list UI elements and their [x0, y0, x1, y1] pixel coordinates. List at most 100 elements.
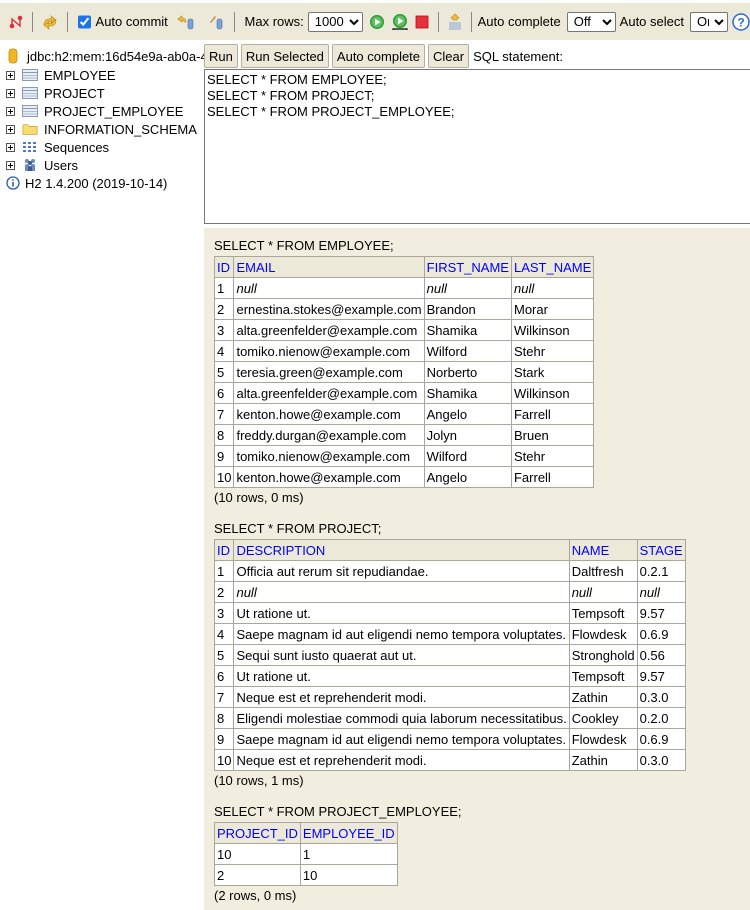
- table-cell: tomiko.nienow@example.com: [233, 445, 425, 467]
- table-icon: [22, 86, 38, 100]
- table-cell: 5: [213, 361, 235, 383]
- table-header-row: ID EMAIL FIRST_NAME LAST_NAME: [213, 256, 595, 278]
- tree-item-label: Users: [44, 157, 78, 173]
- tree-item-sequences[interactable]: Sequences: [6, 138, 109, 156]
- table-row: 5 teresia.green@example.com Norberto Stark: [213, 361, 595, 383]
- table-row: 2 null null null: [213, 581, 686, 603]
- column-header[interactable]: ID: [213, 539, 235, 561]
- table-row: 10 1: [214, 843, 398, 865]
- rollback-icon[interactable]: [176, 12, 196, 32]
- auto-complete-button[interactable]: Auto complete: [331, 44, 426, 68]
- auto-complete-select[interactable]: Off: [566, 11, 616, 32]
- auto-complete-label: Auto complete: [477, 14, 561, 29]
- table-cell: 9: [213, 728, 235, 750]
- result-block-project-employee: SELECT * FROM PROJECT_EMPLOYEE; PROJECT_…: [214, 804, 750, 904]
- expand-icon[interactable]: [6, 106, 15, 116]
- run-icon[interactable]: [369, 12, 385, 32]
- row-count: (10 rows, 1 ms): [214, 773, 304, 788]
- result-block-employee: SELECT * FROM EMPLOYEE; ID EMAIL FIRST_NAM…: [213, 238, 750, 506]
- run-button[interactable]: Run: [204, 44, 238, 68]
- table-cell: Wilford: [423, 445, 512, 467]
- disconnect-icon[interactable]: [8, 12, 24, 32]
- column-header[interactable]: FIRST_NAME: [423, 256, 512, 278]
- run-selected-icon[interactable]: [391, 12, 409, 32]
- table-cell: null: [423, 277, 512, 299]
- table-cell: Wilkinson: [510, 382, 595, 404]
- column-header[interactable]: EMPLOYEE_ID: [299, 822, 398, 844]
- table-row: 2 10: [214, 864, 398, 886]
- table-cell: 1: [299, 843, 398, 865]
- table-cell: 8: [213, 707, 235, 729]
- table-cell: Cookley: [568, 707, 638, 729]
- stop-icon[interactable]: [415, 12, 430, 32]
- column-header[interactable]: EMAIL: [233, 256, 425, 278]
- column-header[interactable]: PROJECT_ID: [214, 822, 301, 844]
- column-header[interactable]: ID: [213, 256, 235, 278]
- table-cell: 10: [213, 749, 235, 771]
- column-header[interactable]: STAGE: [636, 539, 686, 561]
- table-cell: ernestina.stokes@example.com: [233, 298, 425, 320]
- table-cell: 2: [214, 864, 301, 886]
- column-header[interactable]: NAME: [568, 539, 638, 561]
- table-cell: Shamika: [423, 319, 512, 341]
- table-header-row: ID DESCRIPTION NAME STAGE: [213, 539, 686, 561]
- tree-item-employee[interactable]: EMPLOYEE: [6, 66, 116, 84]
- expand-icon[interactable]: [6, 142, 15, 152]
- sidebar: jdbc:h2:mem:16d54e9a-ab0a-42 EMPLOYEE PR…: [0, 40, 204, 910]
- run-selected-button[interactable]: Run Selected: [240, 44, 329, 68]
- auto-commit-checkbox[interactable]: [77, 14, 91, 29]
- table-row: 3 Ut ratione ut. Tempsoft 9.57: [213, 602, 686, 624]
- table-row: 6 alta.greenfelder@example.com Shamika Wilk…: [213, 382, 595, 404]
- table-cell: 1: [213, 277, 235, 299]
- info-icon: [6, 176, 20, 190]
- table-row: 4 Saepe magnam id aut eligendi nemo tempo…: [213, 623, 686, 645]
- column-header[interactable]: LAST_NAME: [510, 256, 595, 278]
- table-cell: alta.greenfelder@example.com: [233, 382, 425, 404]
- result-block-project: SELECT * FROM PROJECT; ID DESCRIPTION NAME…: [213, 521, 750, 789]
- row-count: (10 rows, 0 ms): [214, 490, 304, 505]
- table-row: 10 kenton.howe@example.com Angelo Farrell: [213, 466, 595, 488]
- table-cell: Stark: [510, 361, 595, 383]
- table-cell: 2: [213, 298, 235, 320]
- table-cell: 10: [213, 466, 235, 488]
- clear-button[interactable]: Clear: [428, 44, 470, 68]
- version-info: H2 1.4.200 (2019-10-14): [6, 174, 167, 192]
- table-cell: Tempsoft: [568, 665, 638, 687]
- table-row: 7 Neque est et reprehenderit modi. Zathin 0…: [213, 686, 686, 708]
- table-cell: teresia.green@example.com: [233, 361, 425, 383]
- tree-item-users[interactable]: Users: [6, 156, 78, 174]
- connection-item[interactable]: jdbc:h2:mem:16d54e9a-ab0a-42: [6, 47, 204, 65]
- sql-input[interactable]: [204, 69, 750, 224]
- table-cell: Morar: [510, 298, 595, 320]
- table-cell: null: [510, 277, 595, 299]
- tree-item-project-employee[interactable]: PROJECT_EMPLOYEE: [6, 102, 183, 120]
- column-header[interactable]: DESCRIPTION: [233, 539, 570, 561]
- auto-select-select[interactable]: On: [690, 11, 728, 32]
- table-cell: null: [636, 581, 686, 603]
- refresh-icon[interactable]: [41, 12, 59, 32]
- max-rows-select[interactable]: 1000: [307, 11, 363, 32]
- table-cell: Saepe magnam id aut eligendi nemo tempor…: [233, 728, 570, 750]
- help-icon[interactable]: ?: [732, 12, 750, 32]
- tree-item-information-schema[interactable]: INFORMATION_SCHEMA: [6, 120, 197, 138]
- expand-icon[interactable]: [6, 160, 15, 170]
- expand-icon[interactable]: [6, 88, 15, 98]
- table-cell: Sequi sunt iusto quaerat aut ut.: [233, 644, 570, 666]
- expand-icon[interactable]: [6, 70, 15, 80]
- query-title: SELECT * FROM PROJECT;: [214, 521, 382, 536]
- table-cell: 7: [213, 403, 235, 425]
- expand-icon[interactable]: [6, 124, 15, 134]
- table-icon: [22, 68, 38, 82]
- table-cell: Angelo: [423, 466, 512, 488]
- commit-icon[interactable]: [206, 12, 226, 32]
- tree-item-label: PROJECT_EMPLOYEE: [44, 103, 184, 119]
- table-cell: kenton.howe@example.com: [233, 466, 425, 488]
- table-cell: Tempsoft: [568, 602, 638, 624]
- table-cell: Angelo: [423, 403, 512, 425]
- tree-item-project[interactable]: PROJECT: [6, 84, 105, 102]
- table-cell: Stehr: [510, 445, 595, 467]
- separator: [32, 11, 33, 32]
- table-row: 8 Eligendi molestiae commodi quia laborum…: [213, 707, 686, 729]
- history-icon[interactable]: [447, 12, 463, 32]
- folder-icon: [22, 122, 38, 136]
